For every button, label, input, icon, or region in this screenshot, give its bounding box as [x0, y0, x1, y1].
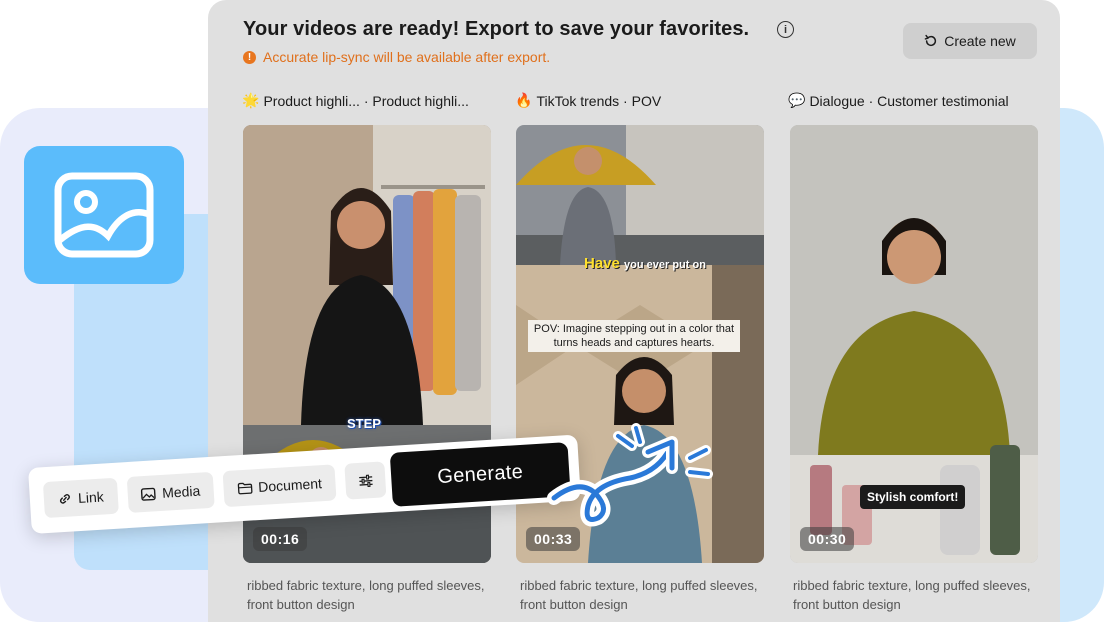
create-new-label: Create new — [944, 33, 1016, 49]
column-label: Product highli... · Product highli... — [263, 92, 469, 109]
pov-caption-box: POV: Imagine stepping out in a color tha… — [528, 320, 740, 352]
column-header-tiktok: 🔥 TikTok trends · POV — [515, 92, 661, 109]
warning-icon: ! — [243, 50, 256, 64]
column-label: TikTok trends · POV — [536, 92, 662, 109]
page-title: Your videos are ready! Export to save yo… — [243, 18, 750, 40]
caption-rest: you ever put on — [624, 259, 706, 271]
link-icon — [60, 494, 71, 504]
column-header-dialogue: 💬 Dialogue · Customer testimonial — [788, 92, 1009, 109]
fire-emoji: 🔥 — [515, 92, 533, 108]
sliders-icon — [358, 474, 373, 487]
arrow-doodle-icon — [547, 423, 713, 527]
video-caption: Stylish comfort! — [860, 485, 966, 509]
results-panel: Your videos are ready! Export to save yo… — [208, 0, 1060, 622]
warning-text: Accurate lip-sync will be available afte… — [263, 49, 551, 65]
document-label: Document — [257, 475, 323, 496]
refresh-icon — [924, 34, 937, 47]
link-label: Link — [77, 488, 105, 507]
caption-highlight: Have — [584, 255, 620, 272]
create-new-button[interactable]: Create new — [903, 23, 1037, 59]
column-header-product: 🌟 Product highli... · Product highli... — [242, 92, 469, 109]
media-icon — [141, 487, 157, 501]
document-button[interactable]: Document — [222, 464, 337, 508]
star-emoji: 🌟 — [242, 92, 260, 108]
link-button[interactable]: Link — [42, 477, 119, 519]
lipsync-warning: ! Accurate lip-sync will be available af… — [243, 49, 550, 65]
video-card-dialogue[interactable]: Stylish comfort! 00:30 — [790, 125, 1038, 563]
video-description: ribbed fabric texture, long puffed sleev… — [247, 578, 485, 612]
media-button[interactable]: Media — [126, 471, 215, 513]
video-caption: STEP — [347, 416, 381, 431]
column-label: Dialogue · Customer testimonial — [809, 92, 1009, 109]
image-app-tile — [24, 146, 184, 284]
image-icon — [54, 172, 154, 258]
info-icon[interactable]: i — [777, 21, 794, 38]
folder-icon — [237, 482, 253, 494]
duration-badge: 00:30 — [800, 527, 855, 551]
duration-badge: 00:16 — [253, 527, 308, 551]
video-description: ribbed fabric texture, long puffed sleev… — [520, 578, 758, 612]
media-label: Media — [161, 482, 201, 501]
video-description: ribbed fabric texture, long puffed sleev… — [793, 578, 1031, 612]
speech-emoji: 💬 — [788, 92, 806, 108]
settings-button[interactable] — [344, 461, 387, 500]
duration-badge: 00:33 — [526, 527, 581, 551]
